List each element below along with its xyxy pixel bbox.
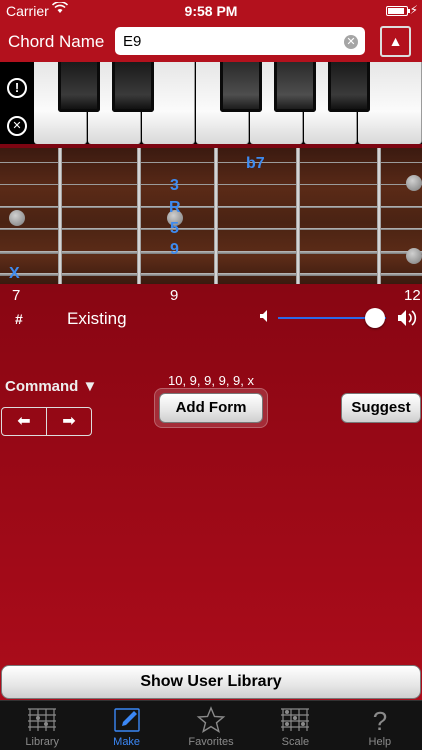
clear-icon[interactable]: ✕ [344, 35, 358, 49]
tab-library[interactable]: Library [0, 701, 84, 750]
guitar-string [0, 228, 422, 230]
piano-black-key[interactable] [58, 62, 100, 112]
volume-low-icon [259, 309, 271, 328]
fret-inlay [9, 210, 25, 226]
fret-inlay [406, 175, 422, 191]
chord-note-label: 5 [170, 220, 179, 237]
tab-label: Scale [281, 736, 310, 748]
fret-number: 7 [12, 287, 21, 304]
muted-string-marker: X [9, 265, 20, 282]
tab-favorites[interactable]: Favorites [169, 701, 253, 750]
chord-note-label: 9 [170, 241, 179, 258]
piano: ! ✕ [0, 62, 422, 144]
show-user-library-button[interactable]: Show User Library [1, 665, 421, 699]
charging-icon: ⚡ [409, 3, 418, 17]
tab-bar: Library Make Favorites Scale ? Help [0, 700, 422, 750]
alert-icon[interactable]: ! [7, 78, 27, 98]
piano-black-key[interactable] [274, 62, 316, 112]
previous-form-button[interactable]: ⬅ [2, 408, 47, 435]
tab-label: Help [368, 736, 392, 748]
guitar-string [0, 162, 422, 163]
chord-form-value: 10, 9, 9, 9, 9, x [168, 373, 254, 388]
status-bar: Carrier 9:58 PM ⚡ [0, 0, 422, 22]
volume-slider-thumb[interactable] [365, 308, 386, 328]
status-time: 9:58 PM [184, 3, 238, 19]
chord-note-label: 3 [170, 177, 179, 194]
existing-label[interactable]: Existing [67, 309, 127, 329]
fret-wire [214, 148, 218, 284]
svg-text:?: ? [373, 706, 387, 734]
library-icon [25, 706, 59, 734]
guitar-string [0, 206, 422, 208]
chord-name-label: Chord Name [8, 32, 105, 51]
fret-wire [296, 148, 300, 284]
tab-label: Make [113, 736, 141, 748]
form-navigation: ⬅ ➡ [1, 407, 92, 436]
tab-make[interactable]: Make [84, 701, 168, 750]
header: Chord Name ✕ ▲ [0, 22, 422, 62]
help-icon: ? [363, 706, 397, 736]
piano-black-key[interactable] [112, 62, 154, 112]
collapse-button[interactable]: ▲ [380, 26, 411, 57]
fret-wire [137, 148, 141, 284]
battery-icon [386, 6, 410, 16]
sharp-toggle[interactable]: # [15, 311, 23, 327]
star-icon [194, 706, 228, 734]
piano-black-key[interactable] [220, 62, 262, 112]
piano-side-controls: ! ✕ [0, 62, 34, 144]
pencil-icon [110, 706, 144, 734]
scale-icon [278, 706, 312, 734]
guitar-string [0, 251, 422, 254]
guitar-string [0, 273, 422, 276]
add-form-button[interactable]: Add Form [159, 393, 263, 423]
piano-black-key[interactable] [328, 62, 370, 112]
volume-high-icon [397, 309, 421, 332]
tab-help[interactable]: ? Help [338, 701, 422, 750]
command-menu[interactable]: Command ▼ [5, 378, 97, 395]
fretboard[interactable]: b7 3 R 5 9 X [0, 148, 422, 284]
piano-keys [34, 62, 422, 144]
fret-wire [377, 148, 381, 284]
chord-name-input[interactable] [115, 27, 365, 55]
suggest-button[interactable]: Suggest [341, 393, 421, 423]
fret-number: 12 [404, 287, 421, 304]
chord-note-label: b7 [246, 155, 265, 172]
tab-label: Favorites [188, 736, 234, 748]
fret-number: 9 [170, 287, 179, 304]
fret-wire [58, 148, 62, 284]
chord-note-label: R [169, 199, 181, 216]
next-form-button[interactable]: ➡ [47, 408, 91, 435]
tab-label: Library [25, 736, 60, 748]
fret-inlay [406, 248, 422, 264]
close-circle-icon[interactable]: ✕ [7, 116, 27, 136]
tab-scale[interactable]: Scale [253, 701, 337, 750]
guitar-string [0, 184, 422, 185]
